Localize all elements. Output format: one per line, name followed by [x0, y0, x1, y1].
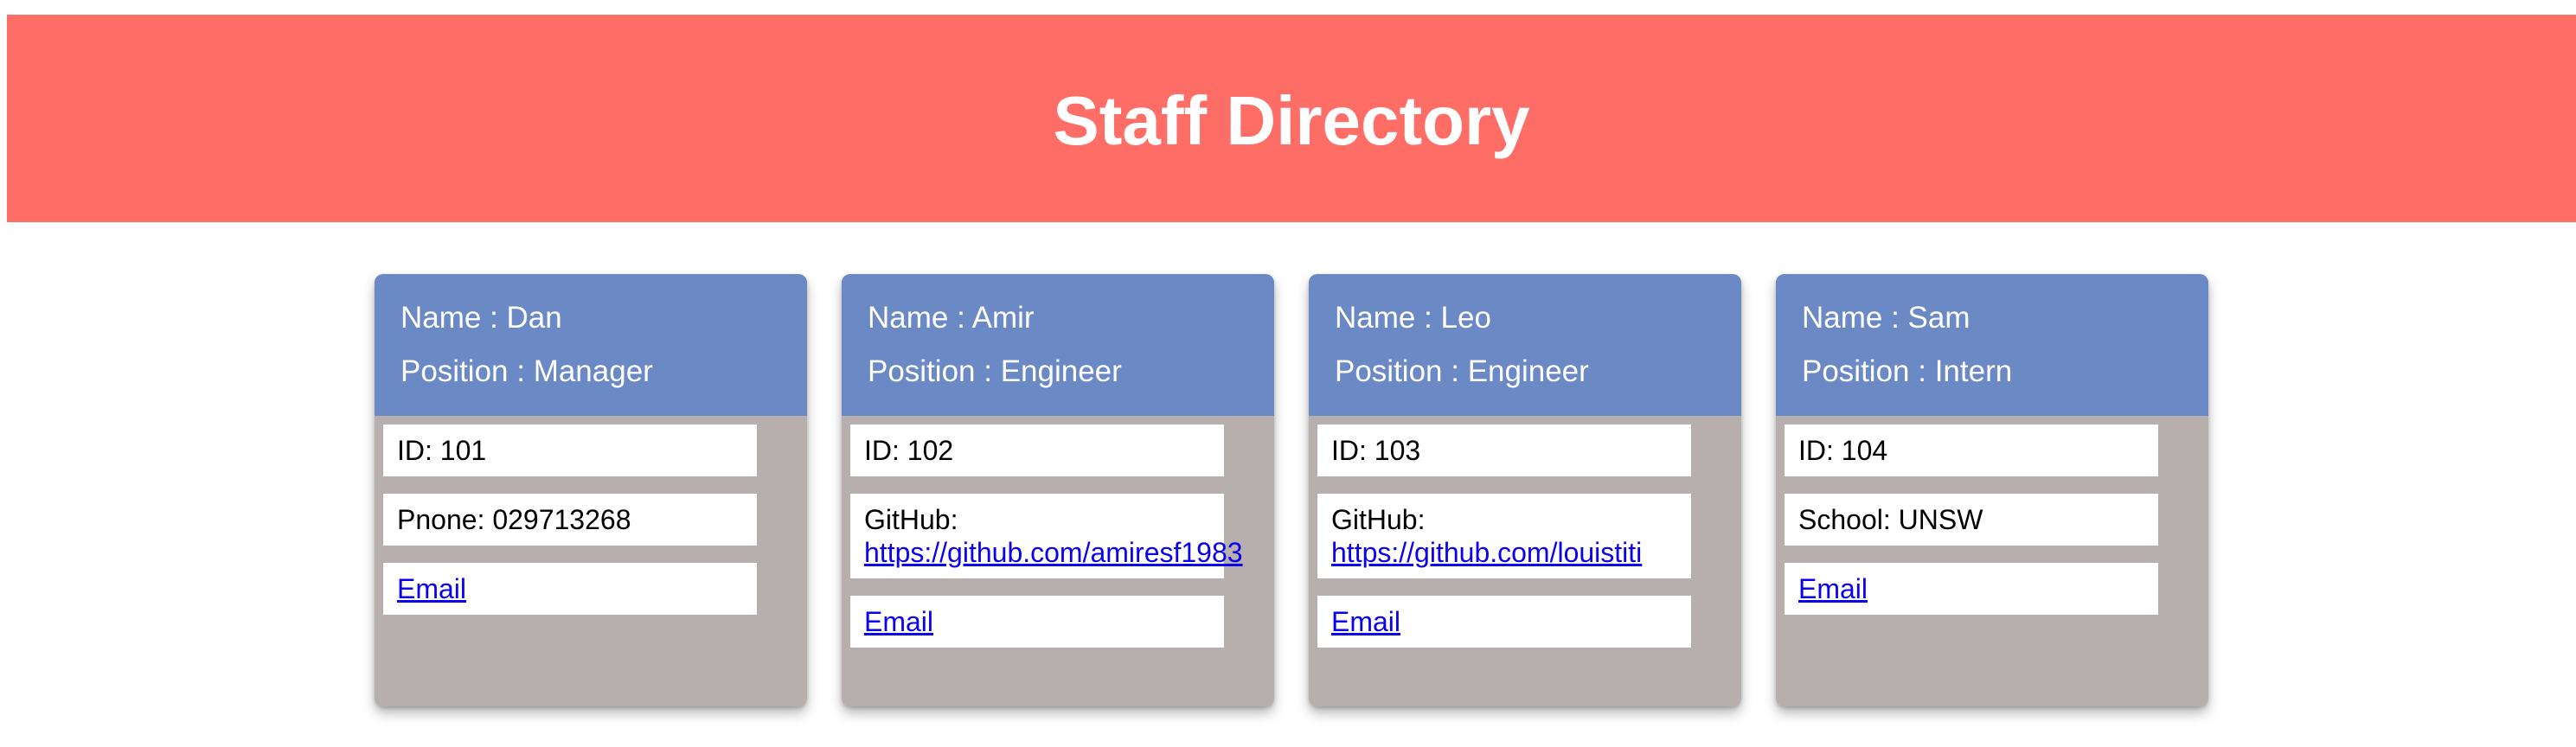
card-body: ID: 103 GitHub: https://github.com/louis… — [1309, 416, 1741, 648]
staff-position: Position : Engineer — [1335, 354, 1589, 388]
staff-school: School: UNSW — [1798, 504, 1983, 535]
staff-phone-field: Pnone: 029713268 — [383, 494, 757, 546]
staff-github-field: GitHub: https://github.com/louistiti — [1317, 494, 1691, 578]
staff-id: ID: 102 — [864, 435, 954, 466]
staff-id-field: ID: 104 — [1785, 425, 2158, 476]
staff-email-field: Email — [850, 596, 1224, 648]
staff-name: Name : Leo — [1335, 301, 1491, 335]
staff-phone: Pnone: 029713268 — [397, 504, 631, 535]
staff-card-sam: Name : Sam Position : Intern ID: 104 Sch… — [1776, 274, 2208, 706]
staff-card-dan: Name : Dan Position : Manager ID: 101 Pn… — [375, 274, 807, 706]
staff-position: Position : Engineer — [868, 354, 1122, 388]
card-header: Name : Amir Position : Engineer — [842, 274, 1274, 416]
email-link[interactable]: Email — [864, 606, 933, 637]
staff-card-list: Name : Dan Position : Manager ID: 101 Pn… — [0, 274, 2576, 706]
header-banner: Staff Directory — [7, 15, 2576, 222]
card-header: Name : Sam Position : Intern — [1776, 274, 2208, 416]
card-header: Name : Dan Position : Manager — [375, 274, 807, 416]
email-link[interactable]: Email — [1331, 606, 1400, 637]
github-label: GitHub: — [864, 504, 958, 535]
staff-id: ID: 101 — [397, 435, 487, 466]
staff-id-field: ID: 103 — [1317, 425, 1691, 476]
staff-name: Name : Dan — [400, 301, 562, 335]
staff-name: Name : Sam — [1802, 301, 1970, 335]
staff-email-field: Email — [1785, 563, 2158, 615]
card-body: ID: 101 Pnone: 029713268 Email — [375, 416, 807, 615]
staff-position: Position : Intern — [1802, 354, 2013, 388]
email-link[interactable]: Email — [1798, 573, 1868, 604]
staff-card-leo: Name : Leo Position : Engineer ID: 103 G… — [1309, 274, 1741, 706]
staff-id-field: ID: 101 — [383, 425, 757, 476]
staff-card-amir: Name : Amir Position : Engineer ID: 102 … — [842, 274, 1274, 706]
card-header: Name : Leo Position : Engineer — [1309, 274, 1741, 416]
staff-name: Name : Amir — [868, 301, 1035, 335]
card-body: ID: 102 GitHub: https://github.com/amire… — [842, 416, 1274, 648]
github-link[interactable]: https://github.com/louistiti — [1331, 536, 1677, 569]
staff-github-field: GitHub: https://github.com/amiresf1983 — [850, 494, 1243, 578]
page-title: Staff Directory — [1053, 82, 1530, 159]
staff-id-field: ID: 102 — [850, 425, 1224, 476]
page: Staff Directory Name : Dan Position : Ma… — [0, 0, 2576, 747]
email-link[interactable]: Email — [397, 573, 466, 604]
staff-id: ID: 103 — [1331, 435, 1421, 466]
staff-school-field: School: UNSW — [1785, 494, 2158, 546]
github-link[interactable]: https://github.com/amiresf1983 — [864, 536, 1243, 569]
card-body: ID: 104 School: UNSW Email — [1776, 416, 2208, 615]
staff-id: ID: 104 — [1798, 435, 1888, 466]
staff-position: Position : Manager — [400, 354, 653, 388]
github-label: GitHub: — [1331, 504, 1426, 535]
staff-email-field: Email — [1317, 596, 1691, 648]
staff-email-field: Email — [383, 563, 757, 615]
